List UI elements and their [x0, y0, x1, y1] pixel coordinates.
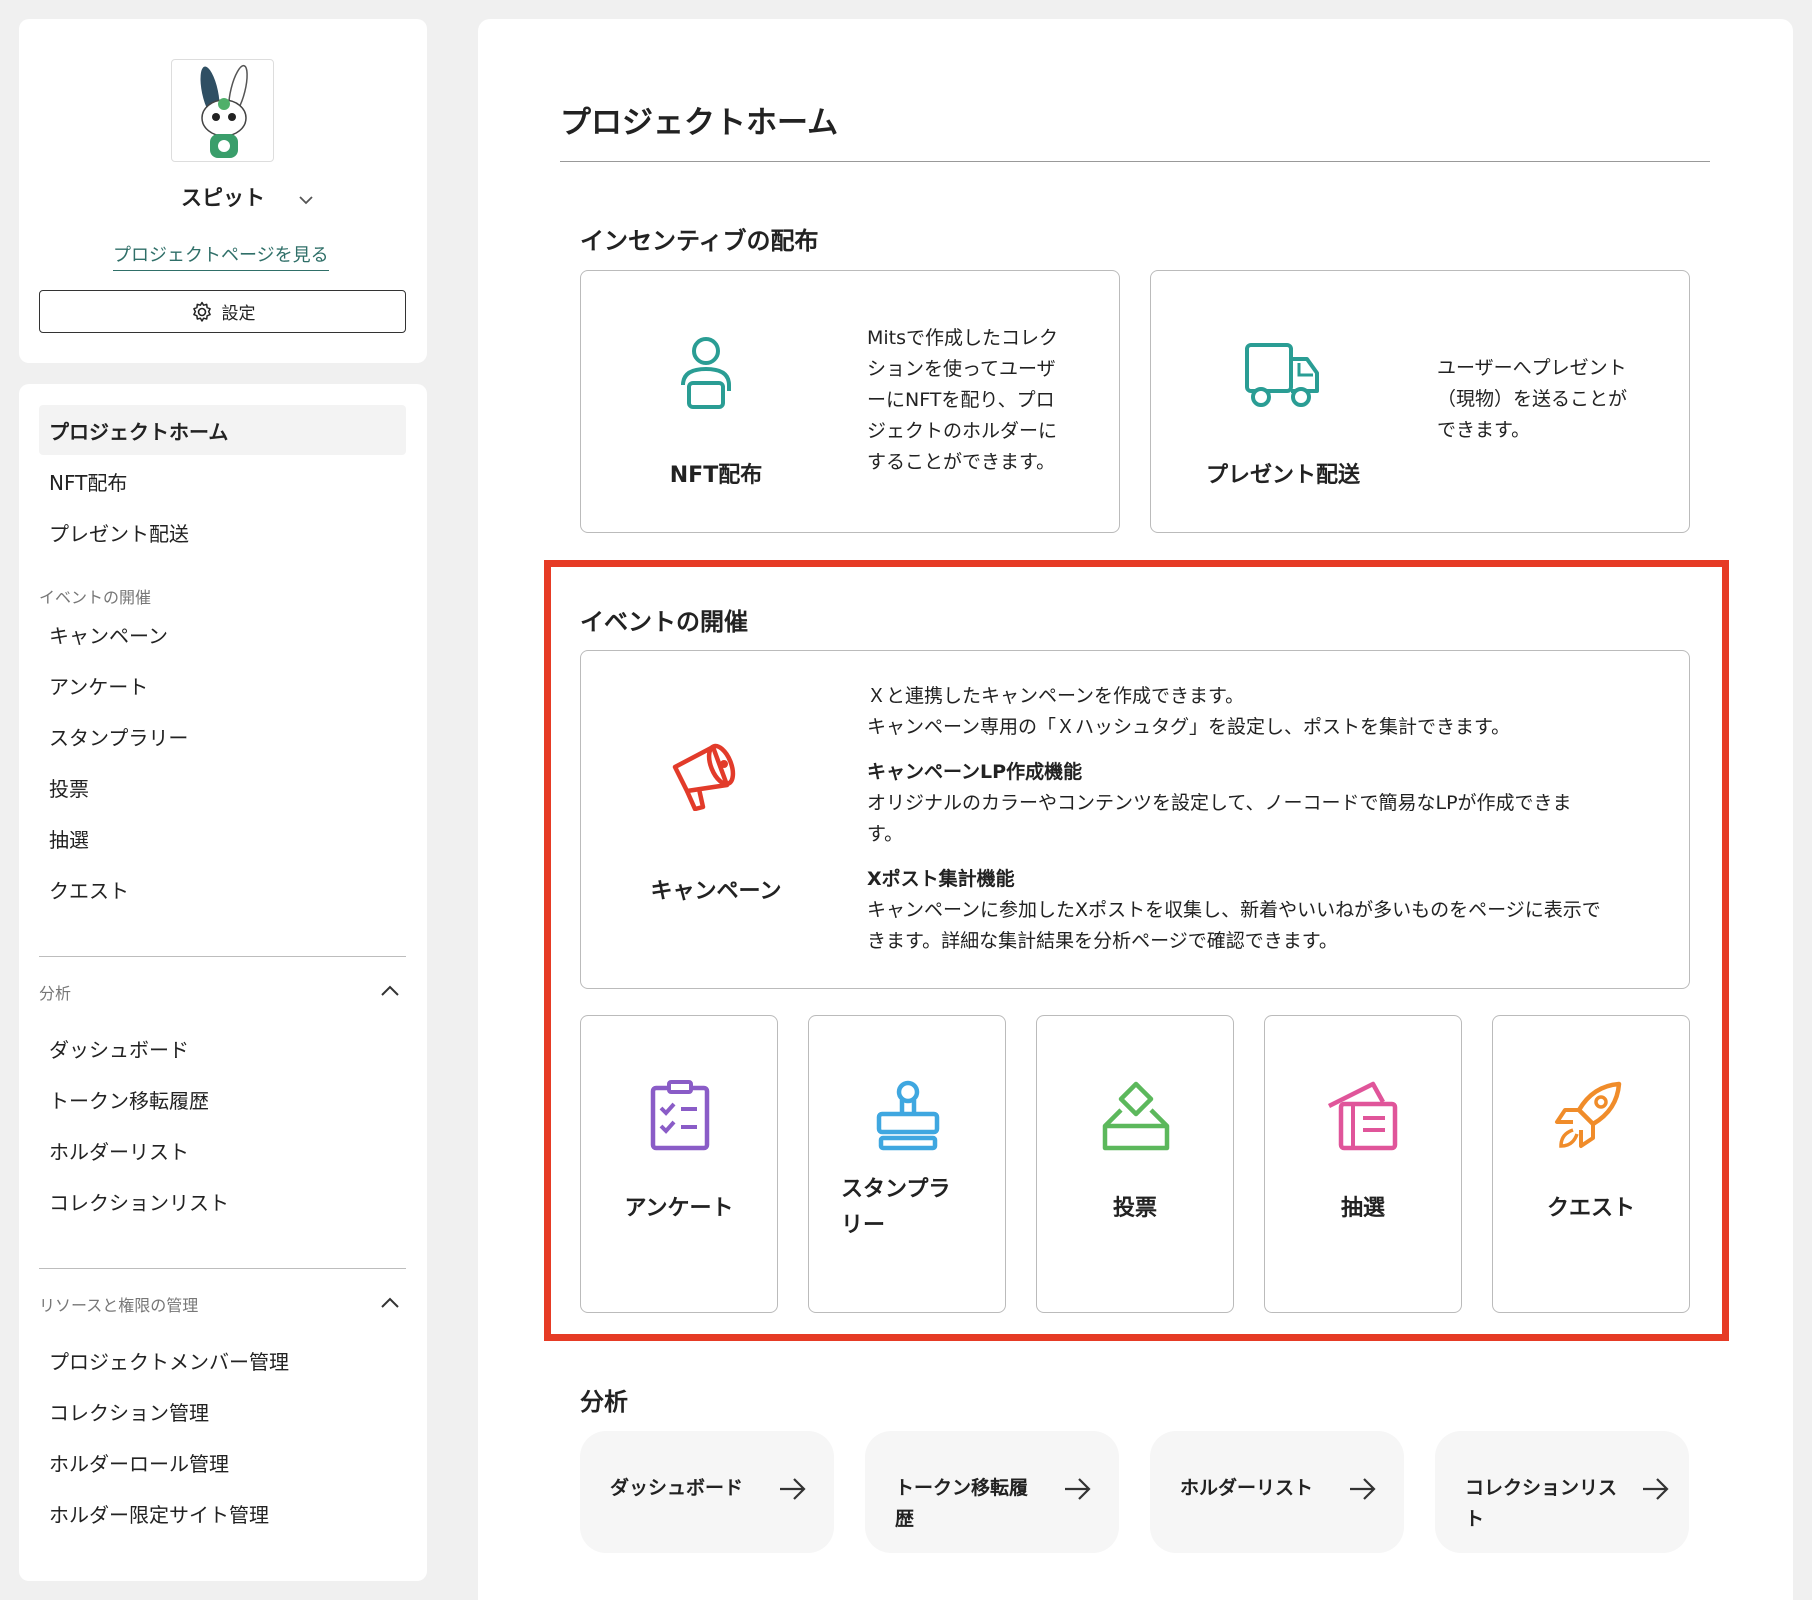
- sidebar-item-lottery[interactable]: 抽選: [39, 813, 406, 863]
- settings-label: 設定: [221, 304, 256, 324]
- person-icon: [681, 337, 731, 409]
- sidebar-section-events: イベントの開催: [39, 588, 152, 607]
- campaign-card-description: Ｘと連携したキャンペーンを作成できます。 キャンペーン専用の「Ｘハッシュタグ」を…: [867, 685, 1601, 952]
- chevron-down-icon[interactable]: [295, 189, 317, 211]
- holder-list-label: ホルダーリスト: [1180, 1477, 1314, 1499]
- survey-card[interactable]: アンケート: [580, 1015, 778, 1313]
- stamp-rally-card[interactable]: スタンプラ リー: [808, 1015, 1006, 1313]
- analysis-heading: 分析: [580, 1388, 628, 1416]
- view-project-page-link[interactable]: プロジェクトページを見る: [113, 241, 329, 271]
- vote-card-title: 投票: [1112, 1196, 1157, 1221]
- megaphone-icon: [672, 743, 736, 811]
- events-heading: イベントの開催: [580, 608, 748, 636]
- arrow-right-icon: [1065, 1478, 1091, 1500]
- sidebar-item-nft[interactable]: NFT配布: [39, 456, 406, 506]
- sidebar-item-vote[interactable]: 投票: [39, 762, 406, 812]
- collection-list-label: コレクションリス ト: [1465, 1477, 1618, 1530]
- sidebar-item-quest[interactable]: クエスト: [39, 864, 406, 914]
- sidebar-item-holder-site-management[interactable]: ホルダー限定サイト管理: [39, 1488, 406, 1538]
- main-content: プロジェクトホーム インセンティブの配布 NFT配布 Mitsで作成したコレク …: [478, 19, 1793, 1600]
- nft-distribution-card[interactable]: NFT配布 Mitsで作成したコレク ションを使ってユーザ ーにNFTを配り、プ…: [580, 270, 1120, 533]
- truck-icon: [1245, 343, 1319, 407]
- present-card-title: プレゼント配送: [1205, 463, 1360, 488]
- lottery-ticket-icon: [1327, 1081, 1398, 1151]
- vote-card[interactable]: 投票: [1036, 1015, 1234, 1313]
- sidebar-item-token-history[interactable]: トークン移転履歴: [39, 1074, 406, 1124]
- collection-list-link-button[interactable]: コレクションリス ト: [1435, 1431, 1689, 1553]
- dashboard-link-button[interactable]: ダッシュボード: [580, 1431, 834, 1553]
- quest-card-title: クエスト: [1546, 1196, 1635, 1221]
- campaign-card-title: キャンペーン: [650, 879, 782, 904]
- chevron-up-icon[interactable]: [377, 1290, 403, 1316]
- settings-button[interactable]: 設定: [39, 290, 406, 333]
- sidebar-menu: プロジェクトホーム NFT配布 プレゼント配送 イベントの開催 キャンペーン ア…: [19, 384, 427, 1581]
- campaign-card[interactable]: キャンペーン Ｘと連携したキャンペーンを作成できます。 キャンペーン専用の「Ｘハ…: [580, 650, 1690, 989]
- stamp-rally-card-title: スタンプラ リー: [841, 1177, 951, 1238]
- title-divider: [560, 161, 1710, 162]
- sidebar-item-collection-management[interactable]: コレクション管理: [39, 1386, 406, 1436]
- sidebar-item-collection-list[interactable]: コレクションリスト: [39, 1176, 406, 1226]
- sidebar-item-dashboard[interactable]: ダッシュボード: [39, 1023, 406, 1073]
- sidebar-item-project-home[interactable]: プロジェクトホーム: [39, 405, 406, 455]
- arrow-right-icon: [1643, 1478, 1669, 1500]
- sidebar-item-member-management[interactable]: プロジェクトメンバー管理: [39, 1335, 406, 1385]
- stamp-icon: [876, 1080, 940, 1151]
- token-history-link-button[interactable]: トークン移転履 歴: [865, 1431, 1119, 1553]
- sidebar-item-holder-list[interactable]: ホルダーリスト: [39, 1125, 406, 1175]
- rocket-icon: [1555, 1081, 1622, 1148]
- project-name: スピット: [181, 186, 265, 210]
- sidebar-item-campaign[interactable]: キャンペーン: [39, 609, 406, 659]
- project-avatar: [171, 59, 274, 162]
- holder-list-link-button[interactable]: ホルダーリスト: [1150, 1431, 1404, 1553]
- present-card-description: ユーザーへプレゼント （現物）を送ることが できます。: [1437, 357, 1628, 441]
- chevron-up-icon[interactable]: [377, 978, 403, 1004]
- lottery-card[interactable]: 抽選: [1264, 1015, 1462, 1313]
- sidebar-section-analysis: 分析: [39, 984, 72, 1003]
- sidebar-section-resources: リソースと権限の管理: [39, 1296, 199, 1315]
- sidebar-divider: [39, 956, 406, 957]
- lottery-card-title: 抽選: [1340, 1196, 1385, 1221]
- project-profile-card: スピット プロジェクトページを見る 設定: [19, 19, 427, 363]
- sidebar-item-stamp-rally[interactable]: スタンプラリー: [39, 711, 406, 761]
- page-title: プロジェクトホーム: [560, 105, 839, 141]
- gear-icon: [192, 301, 211, 322]
- sidebar-item-survey[interactable]: アンケート: [39, 660, 406, 710]
- clipboard-checklist-icon: [650, 1080, 710, 1151]
- sidebar-item-present[interactable]: プレゼント配送: [39, 507, 406, 557]
- token-history-label: トークン移転履 歴: [895, 1477, 1029, 1530]
- arrow-right-icon: [780, 1478, 806, 1500]
- present-delivery-card[interactable]: プレゼント配送 ユーザーへプレゼント （現物）を送ることが できます。: [1150, 270, 1690, 533]
- nft-card-description: Mitsで作成したコレク ションを使ってユーザ ーにNFTを配り、プロ ジェクト…: [867, 327, 1059, 473]
- sidebar-divider: [39, 1268, 406, 1269]
- ballot-box-icon: [1102, 1081, 1170, 1151]
- arrow-right-icon: [1350, 1478, 1376, 1500]
- incentive-heading: インセンティブの配布: [580, 227, 819, 255]
- dashboard-label: ダッシュボード: [610, 1477, 744, 1499]
- sidebar-item-holder-role-management[interactable]: ホルダーロール管理: [39, 1437, 406, 1487]
- rabbit-mascot-icon: [200, 64, 248, 158]
- nft-card-title: NFT配布: [669, 463, 763, 488]
- survey-card-title: アンケート: [624, 1196, 734, 1221]
- quest-card[interactable]: クエスト: [1492, 1015, 1690, 1313]
